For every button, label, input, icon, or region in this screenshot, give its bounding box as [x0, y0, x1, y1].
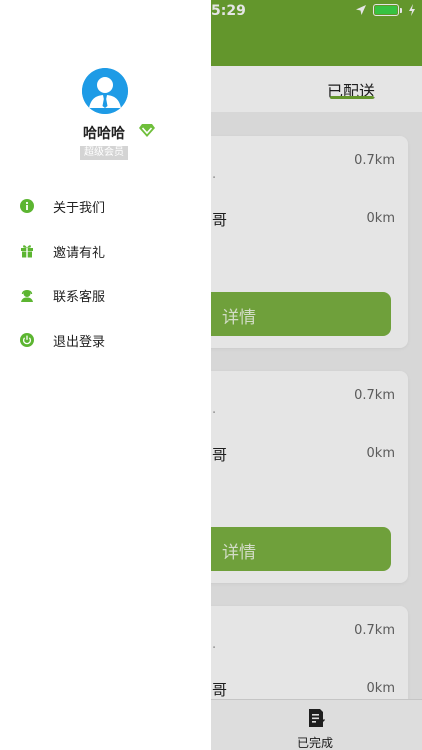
- drawer-scrim[interactable]: [211, 0, 422, 750]
- menu-label-customer-service: 联系客服: [53, 289, 106, 305]
- user-avatar-icon: [82, 68, 128, 114]
- gift-icon: [21, 245, 33, 258]
- user-name: 哈哈哈: [83, 126, 125, 142]
- menu-item-customer-service[interactable]: 联系客服: [0, 277, 211, 313]
- menu-label-logout: 退出登录: [53, 334, 106, 350]
- customer-service-icon: [21, 289, 33, 302]
- menu-label-about-us: 关于我们: [53, 200, 106, 216]
- power-icon: [20, 333, 34, 347]
- menu-item-invite-rewards[interactable]: 邀请有礼: [0, 233, 211, 269]
- menu-item-logout[interactable]: 退出登录: [0, 322, 211, 358]
- menu-item-about-us[interactable]: 关于我们: [0, 188, 211, 224]
- avatar[interactable]: [82, 68, 128, 114]
- diamond-icon: [139, 124, 155, 137]
- menu-label-invite-rewards: 邀请有礼: [53, 245, 106, 261]
- info-icon: [20, 199, 34, 213]
- member-level-badge: 超级会员: [80, 146, 128, 160]
- side-drawer: 哈哈哈 超级会员 关于我们 邀请有礼 联系客服 退出登录: [0, 0, 211, 750]
